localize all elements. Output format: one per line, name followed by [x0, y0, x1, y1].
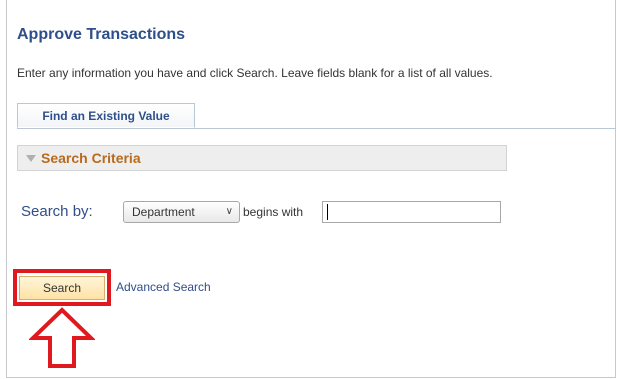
- search-button[interactable]: Search: [19, 276, 105, 300]
- search-by-selected-value: Department: [132, 205, 195, 219]
- tab-find-existing-value[interactable]: Find an Existing Value: [17, 103, 195, 128]
- page-frame: [6, 0, 616, 378]
- search-by-select[interactable]: Department ∨: [123, 201, 240, 223]
- chevron-down-icon: ∨: [225, 206, 233, 217]
- search-criteria-label: Search Criteria: [41, 150, 141, 166]
- advanced-search-link[interactable]: Advanced Search: [116, 280, 211, 294]
- operator-label: begins with: [243, 205, 304, 219]
- up-arrow-icon: [29, 307, 95, 368]
- tab-divider: [17, 128, 615, 129]
- text-caret: [327, 204, 328, 220]
- instructions-text: Enter any information you have and click…: [17, 66, 493, 80]
- page-title: Approve Transactions: [17, 26, 186, 43]
- collapse-triangle-icon[interactable]: [26, 155, 36, 162]
- search-criteria-header[interactable]: Search Criteria: [17, 145, 507, 171]
- search-by-label: Search by:: [21, 203, 93, 220]
- search-value-input[interactable]: [322, 201, 501, 223]
